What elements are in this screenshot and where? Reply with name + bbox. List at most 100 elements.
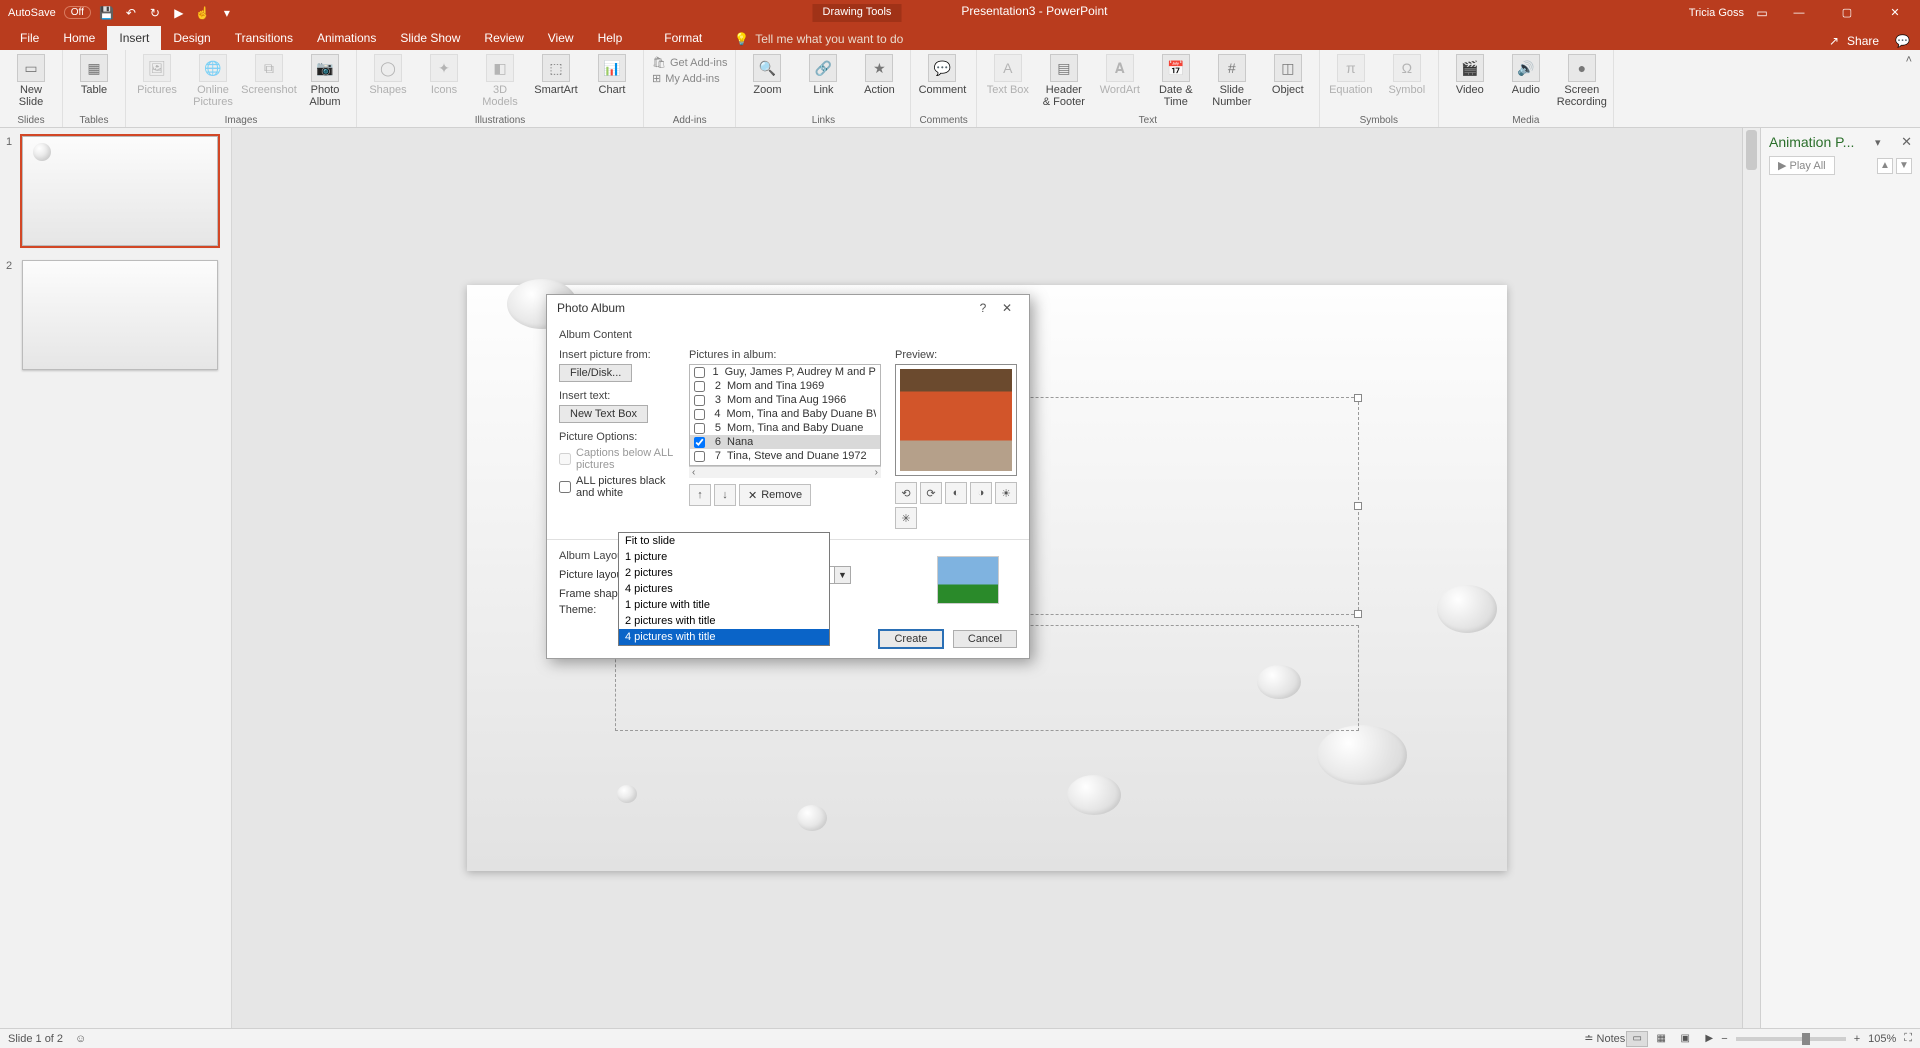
my-addins-button[interactable]: ⊞My Add-ins: [652, 72, 727, 85]
table-button[interactable]: ▦Table: [71, 52, 117, 96]
dropdown-option[interactable]: Fit to slide: [619, 533, 829, 549]
smartart-button[interactable]: ⬚SmartArt: [533, 52, 579, 96]
comment-button[interactable]: 💬Comment: [919, 52, 965, 96]
list-item[interactable]: 6Nana: [690, 435, 880, 449]
header-footer-button[interactable]: ▤Header & Footer: [1041, 52, 1087, 108]
list-item-checkbox[interactable]: [694, 395, 705, 406]
tab-animations[interactable]: Animations: [305, 26, 388, 50]
contrast-up-icon[interactable]: ◐: [945, 482, 967, 504]
tab-transitions[interactable]: Transitions: [223, 26, 305, 50]
qat-customize-icon[interactable]: ▾: [219, 5, 235, 21]
dropdown-option[interactable]: 2 pictures: [619, 565, 829, 581]
black-white-checkbox[interactable]: [559, 481, 571, 493]
tab-design[interactable]: Design: [161, 26, 222, 50]
slide-thumbnail-2[interactable]: [22, 260, 218, 370]
list-item-checkbox[interactable]: [694, 451, 705, 462]
share-button[interactable]: Share: [1847, 34, 1879, 48]
pictures-list[interactable]: 1Guy, James P, Audrey M and Paul M Coll2…: [689, 364, 881, 466]
fit-to-window-icon[interactable]: ⛶: [1904, 1032, 1912, 1045]
vertical-scrollbar[interactable]: [1742, 128, 1760, 1028]
list-item-checkbox[interactable]: [694, 409, 705, 420]
shapes-button[interactable]: ◯Shapes: [365, 52, 411, 96]
reading-view-icon[interactable]: ▣: [1674, 1031, 1696, 1047]
dropdown-option[interactable]: 2 pictures with title: [619, 613, 829, 629]
dropdown-option[interactable]: 1 picture: [619, 549, 829, 565]
online-pictures-button[interactable]: 🌐Online Pictures: [190, 52, 236, 108]
scroll-thumb[interactable]: [1746, 130, 1757, 170]
text-box-button[interactable]: AText Box: [985, 52, 1031, 96]
tell-me-search[interactable]: 💡 Tell me what you want to do: [724, 28, 913, 50]
touch-mode-icon[interactable]: ☝: [195, 5, 211, 21]
tab-help[interactable]: Help: [586, 26, 635, 50]
icons-button[interactable]: ✦Icons: [421, 52, 467, 96]
pictures-button[interactable]: 🖼Pictures: [134, 52, 180, 96]
play-all-button[interactable]: ▶ Play All: [1769, 156, 1835, 175]
comments-pane-icon[interactable]: 💬: [1895, 34, 1910, 48]
list-item[interactable]: 4Mom, Tina and Baby Duane BW: [690, 407, 880, 421]
brightness-down-icon[interactable]: ✳: [895, 507, 917, 529]
chevron-down-icon[interactable]: ▼: [834, 567, 850, 583]
close-pane-icon[interactable]: ✕: [1901, 134, 1912, 150]
new-text-box-button[interactable]: New Text Box: [559, 405, 648, 423]
close-button[interactable]: ✕: [1876, 0, 1914, 25]
video-button[interactable]: 🎬Video: [1447, 52, 1493, 96]
wordart-button[interactable]: 𝐀WordArt: [1097, 52, 1143, 96]
action-button[interactable]: ★Action: [856, 52, 902, 96]
dialog-help-button[interactable]: ?: [971, 301, 995, 315]
symbol-button[interactable]: ΩSymbol: [1384, 52, 1430, 96]
equation-button[interactable]: πEquation: [1328, 52, 1374, 96]
contrast-down-icon[interactable]: ◑: [970, 482, 992, 504]
photo-album-button[interactable]: 📷Photo Album: [302, 52, 348, 108]
zoom-out-icon[interactable]: −: [1721, 1033, 1727, 1045]
scroll-left-icon[interactable]: ‹: [692, 467, 695, 478]
tab-format[interactable]: Format: [652, 26, 714, 50]
zoom-level[interactable]: 105%: [1868, 1033, 1896, 1045]
get-addins-button[interactable]: 🛍Get Add-ins: [652, 56, 727, 69]
list-item-checkbox[interactable]: [694, 423, 705, 434]
collapse-ribbon-icon[interactable]: ˄: [1906, 54, 1912, 66]
notes-button[interactable]: ≐ Notes: [1584, 1032, 1625, 1045]
list-item[interactable]: 3Mom and Tina Aug 1966: [690, 393, 880, 407]
tab-insert[interactable]: Insert: [107, 26, 161, 50]
tab-view[interactable]: View: [536, 26, 586, 50]
dialog-close-button[interactable]: ✕: [995, 301, 1019, 315]
screen-recording-button[interactable]: ●Screen Recording: [1559, 52, 1605, 108]
slide-thumbnails-panel[interactable]: 1 2: [0, 128, 232, 1028]
rotate-left-icon[interactable]: ⟲: [895, 482, 917, 504]
remove-button[interactable]: ✕Remove: [739, 484, 811, 506]
list-item[interactable]: 5Mom, Tina and Baby Duane: [690, 421, 880, 435]
list-item-checkbox[interactable]: [694, 367, 705, 378]
tab-slideshow[interactable]: Slide Show: [388, 26, 472, 50]
list-item-checkbox[interactable]: [694, 381, 705, 392]
audio-button[interactable]: 🔊Audio: [1503, 52, 1549, 96]
undo-icon[interactable]: ↶: [123, 5, 139, 21]
dropdown-option[interactable]: 4 pictures with title: [619, 629, 829, 645]
3d-models-button[interactable]: ◧3D Models: [477, 52, 523, 108]
move-down-button[interactable]: ↓: [714, 484, 736, 506]
list-horizontal-scroll[interactable]: ‹›: [689, 466, 881, 478]
list-item[interactable]: 7Tina, Steve and Duane 1972: [690, 449, 880, 463]
accessibility-icon[interactable]: ☺: [75, 1033, 86, 1045]
list-item-checkbox[interactable]: [694, 437, 705, 448]
new-slide-button[interactable]: ▭New Slide: [8, 52, 54, 108]
move-down-icon[interactable]: ▼: [1896, 158, 1912, 174]
picture-layout-dropdown[interactable]: Fit to slide1 picture2 pictures4 picture…: [618, 532, 830, 646]
pane-dropdown-icon[interactable]: ▾: [1875, 136, 1881, 149]
slide-thumbnail-1[interactable]: [22, 136, 218, 246]
tab-home[interactable]: Home: [51, 26, 107, 50]
object-button[interactable]: ◫Object: [1265, 52, 1311, 96]
save-icon[interactable]: 💾: [99, 5, 115, 21]
tab-file[interactable]: File: [8, 26, 51, 50]
move-up-button[interactable]: ↑: [689, 484, 711, 506]
dropdown-option[interactable]: 4 pictures: [619, 581, 829, 597]
start-from-beginning-icon[interactable]: ▶: [171, 5, 187, 21]
maximize-button[interactable]: ▢: [1828, 0, 1866, 25]
user-name[interactable]: Tricia Goss: [1689, 7, 1744, 19]
brightness-up-icon[interactable]: ☀: [995, 482, 1017, 504]
slideshow-view-icon[interactable]: ▶: [1698, 1031, 1720, 1047]
normal-view-icon[interactable]: ▭: [1626, 1031, 1648, 1047]
minimize-button[interactable]: —: [1780, 0, 1818, 25]
slide-number-button[interactable]: #Slide Number: [1209, 52, 1255, 108]
slide-counter[interactable]: Slide 1 of 2: [8, 1033, 63, 1045]
move-up-icon[interactable]: ▲: [1877, 158, 1893, 174]
